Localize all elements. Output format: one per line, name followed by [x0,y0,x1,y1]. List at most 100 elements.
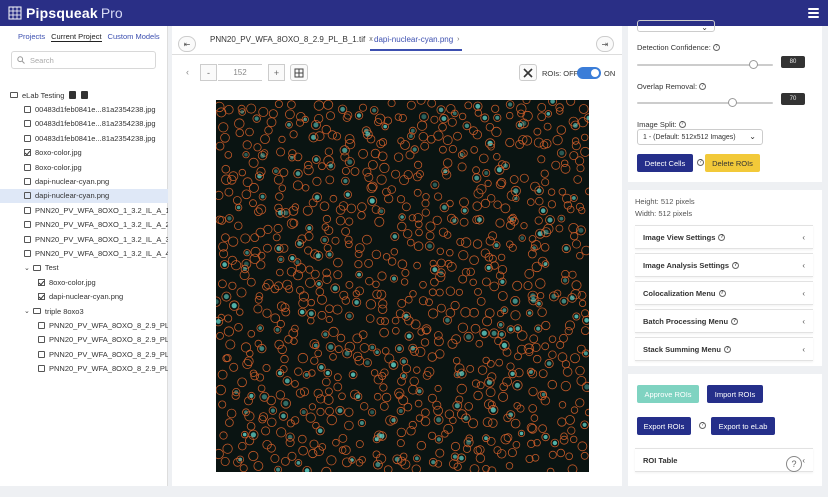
detection-confidence-knob[interactable] [748,60,758,69]
tree-file[interactable]: 00483d1feb0841e...81a2354238.jpg [0,131,168,145]
tree-file[interactable]: PNN20_PV_WFA_8OXO_1_3.2_IL_A_1.tif [0,203,168,217]
tree-item-label: 00483d1feb0841e...81a2354238.jpg [35,119,156,129]
accordion-image-analysis-settings[interactable]: Image Analysis Settings? ‹ [635,253,813,277]
help-icon[interactable]: ? [697,159,704,166]
chevron-left-icon: ‹ [802,261,805,270]
help-icon[interactable]: ? [732,261,740,269]
page-input[interactable]: 152 [218,64,262,81]
tree-folder[interactable]: ⌄ Test [0,261,168,275]
tree-item-label: PNN20_PV_WFA_8OXO_1_3.2_IL_A_3.tif [35,234,168,244]
tree-folder[interactable]: ⌄ triple 8oxo3 [0,304,168,318]
accordion-colocalization-menu[interactable]: Colocalization Menu? ‹ [635,281,813,305]
tree-file[interactable]: 00483d1feb0841e...81a2354238.jpg [0,117,168,131]
tree-file[interactable]: dapi-nuclear-cyan.png [0,174,168,188]
tree-item-label: PNN20_PV_WFA_8OXO_8_2.9_PL_ [49,364,168,374]
caret-down-icon[interactable]: ⌄ [24,307,30,315]
help-icon[interactable]: ? [731,317,739,325]
detection-confidence-value[interactable]: 80 [781,56,805,68]
search-icon [17,56,25,64]
active-tab-indicator [370,49,462,51]
accordion-batch-processing-menu[interactable]: Batch Processing Menu? ‹ [635,309,813,333]
tree-file[interactable]: PNN20_PV_WFA_8OXO_8_2.9_PL_ [0,361,168,375]
model-select[interactable]: ⌄ [637,20,715,32]
prev-arrow-icon[interactable]: ‹ [186,67,189,77]
tree-file[interactable]: PNN20_PV_WFA_8OXO_8_2.9_PL_ [0,318,168,332]
app-name: Pipsqueak [26,5,98,21]
tree-file[interactable]: 8oxo-color.jpg [0,275,168,289]
help-icon[interactable]: ? [699,422,706,429]
search-input[interactable]: Search [11,51,156,69]
accordion-stack-summing-menu[interactable]: Stack Summing Menu? ‹ [635,337,813,361]
caret-down-icon[interactable]: ⌄ [24,264,30,272]
grid-view-icon[interactable] [290,64,308,81]
file-tab[interactable]: PNN20_PV_WFA_8OXO_8_2.9_PL_B_1.tif x [210,35,373,44]
file-icon [38,321,45,329]
folder-icon [32,264,41,271]
roi-toggle[interactable] [577,67,601,79]
detection-confidence-text: Detection Confidence: [637,43,711,52]
tree-file[interactable]: PNN20_PV_WFA_8OXO_8_2.9_PL_ [0,333,168,347]
tree-file[interactable]: dapi-nuclear-cyan.png [0,188,168,204]
tree-item-label: PNN20_PV_WFA_8OXO_1_3.2_IL_A_4.tif [35,248,168,258]
accordion-label: Batch Processing Menu [643,316,729,326]
file-add-icon[interactable] [81,91,89,100]
tree-file[interactable]: dapi-nuclear-cyan.png [0,289,168,303]
tree-file[interactable]: 00483d1feb0841e...81a2354238.jpg [0,102,168,116]
tree-file[interactable]: PNN20_PV_WFA_8OXO_8_2.9_PL_ [0,347,168,361]
tools-icon[interactable] [519,64,537,81]
overlap-removal-slider[interactable] [637,102,773,104]
collapse-left-button[interactable]: ⇤ [178,36,196,52]
roi-overlay [216,100,589,472]
accordion-image-view-settings[interactable]: Image View Settings? ‹ [635,225,813,249]
approve-rois-button[interactable]: Approve ROIs [637,385,699,403]
tab-chevron-icon[interactable]: › [457,36,459,43]
file-tab-label: dapi-nuclear-cyan.png [374,35,454,44]
tree-item-label: PNN20_PV_WFA_8OXO_1_3.2_IL_A_2.tif [35,220,168,230]
file-tabs: ⇤ PNN20_PV_WFA_8OXO_8_2.9_PL_B_1.tif x d… [172,31,622,55]
tree-file[interactable]: PNN20_PV_WFA_8OXO_1_3.2_IL_A_3.tif [0,232,168,246]
file-icon [24,206,31,214]
search-placeholder: Search [30,55,54,65]
tree-item-label: PNN20_PV_WFA_8OXO_8_2.9_PL_ [49,335,168,345]
import-rois-button[interactable]: Import ROIs [707,385,763,403]
overlap-removal-value[interactable]: 70 [781,93,805,105]
image-viewer: ⇤ PNN20_PV_WFA_8OXO_8_2.9_PL_B_1.tif x d… [172,26,622,486]
help-icon[interactable]: ? [699,83,707,90]
folder-add-icon[interactable] [69,91,77,100]
file-tab-active[interactable]: dapi-nuclear-cyan.png › [374,35,460,44]
tree-file[interactable]: PNN20_PV_WFA_8OXO_1_3.2_IL_A_4.tif [0,246,168,260]
file-icon [24,134,31,142]
tree-folder[interactable]: eLab Testing [0,88,168,102]
export-rois-button[interactable]: Export ROIs [637,417,691,435]
app-suffix: Pro [100,5,123,21]
tree-file[interactable]: 8oxo-color.jpg [0,146,168,160]
help-icon[interactable]: ? [723,345,731,353]
help-icon[interactable]: ? [712,44,720,51]
delete-rois-button[interactable]: Delete ROIs [705,154,760,172]
increment-button[interactable]: + [268,64,285,81]
tree-item-label: 8oxo-color.jpg [49,277,96,287]
file-icon [24,192,31,200]
accordion-label: Image Analysis Settings [643,260,730,270]
help-icon[interactable]: ? [718,233,726,241]
tab-custom-models[interactable]: Custom Models [108,32,160,42]
image-canvas[interactable] [216,100,589,472]
tree-item-label: dapi-nuclear-cyan.png [35,191,110,201]
overlap-removal-knob[interactable] [728,98,738,107]
project-sidebar: Projects Current Project Custom Models S… [0,26,168,486]
collapse-right-button[interactable]: ⇥ [596,36,614,52]
help-icon[interactable]: ? [718,289,726,297]
close-tab-icon[interactable]: x [369,36,373,43]
tree-item-label: Test [44,263,59,273]
export-to-elab-button[interactable]: Export to eLab [711,417,775,435]
tree-file[interactable]: 8oxo-color.jpg [0,160,168,174]
detect-cells-button[interactable]: Detect Cells [637,154,693,172]
help-icon[interactable]: ? [678,121,686,128]
decrement-button[interactable]: - [200,64,217,81]
tab-projects[interactable]: Projects [18,32,45,42]
hamburger-menu-icon[interactable] [808,8,819,18]
image-split-select[interactable]: 1 - (Default: 512x512 Images) ⌄ [637,129,763,145]
tree-file[interactable]: PNN20_PV_WFA_8OXO_1_3.2_IL_A_2.tif [0,218,168,232]
help-fab-icon[interactable]: ? [786,456,802,472]
tab-current-project[interactable]: Current Project [51,32,102,42]
